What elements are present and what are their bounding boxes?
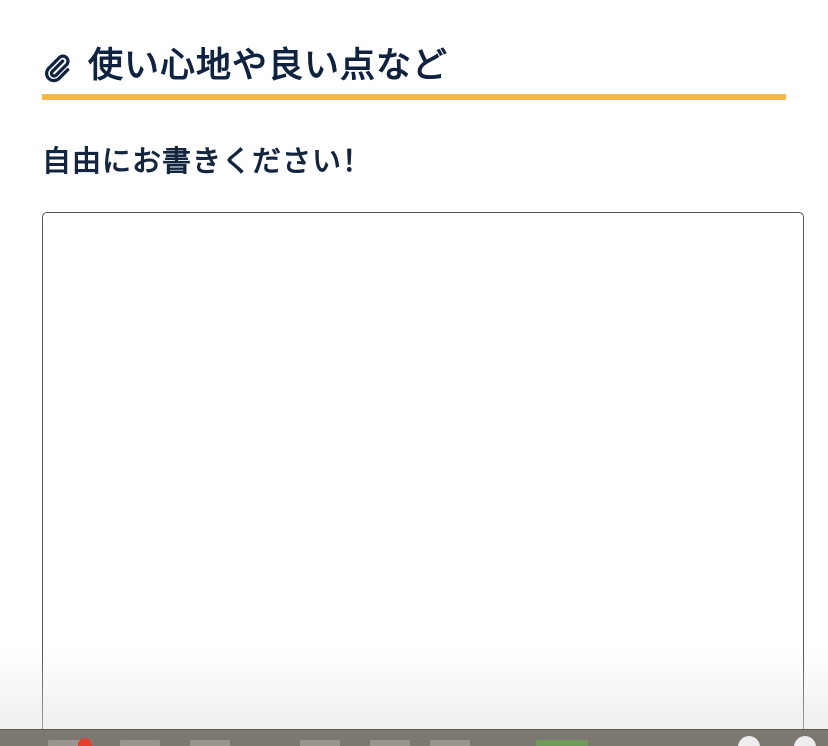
taskbar-circle-icon[interactable] <box>738 736 760 746</box>
feedback-textarea[interactable] <box>42 212 804 746</box>
taskbar-item[interactable] <box>536 740 588 746</box>
taskbar-circle-icon[interactable] <box>794 736 816 746</box>
prompt-text: 自由にお書きください！ <box>42 144 373 178</box>
taskbar-item[interactable] <box>190 740 230 746</box>
taskbar <box>0 729 828 746</box>
notification-badge-icon <box>78 738 92 746</box>
feedback-page: 使い心地や良い点など 自由にお書きください！ <box>0 0 828 746</box>
taskbar-item[interactable] <box>120 740 160 746</box>
paperclip-icon <box>45 54 70 83</box>
section-header: 使い心地や良い点など <box>42 38 786 100</box>
section-title: 使い心地や良い点など <box>88 45 449 86</box>
taskbar-item[interactable] <box>430 740 470 746</box>
taskbar-item[interactable] <box>300 740 340 746</box>
taskbar-item[interactable] <box>370 740 410 746</box>
